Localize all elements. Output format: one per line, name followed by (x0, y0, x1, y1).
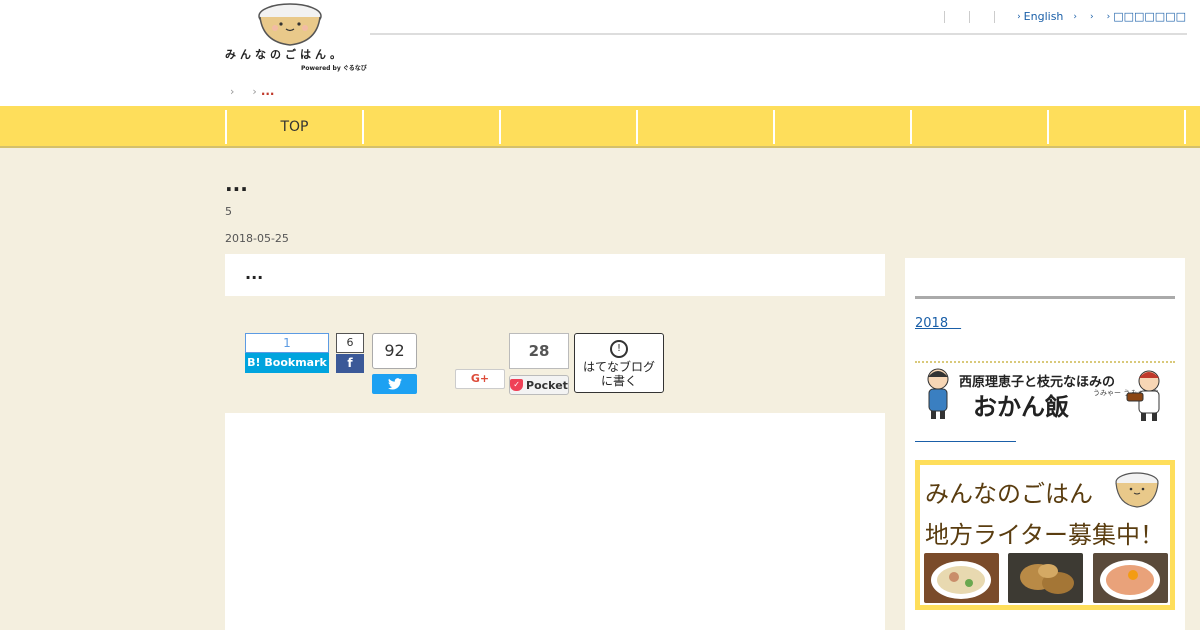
header-link-label: □□□□□□□ (1113, 10, 1186, 23)
character-illustration (1126, 370, 1160, 421)
nav-item[interactable] (362, 110, 499, 144)
site-header: みんなのごはん。 Powered by ぐるなび › English › › ›… (0, 0, 1200, 106)
pocket-count: 28 (509, 333, 569, 369)
logo-powered-by: Powered by ぐるなび (301, 65, 367, 72)
header-link[interactable]: › □□□□□□□ (1107, 10, 1186, 23)
article-date: 2018-05-25 (225, 232, 289, 245)
header-link[interactable]: › (1090, 12, 1097, 22)
hatena-bookmark-count: 1 (245, 333, 329, 353)
sidebar-divider (915, 296, 1175, 299)
chevron-right-icon: › (1017, 11, 1021, 22)
okan-meshi-banner[interactable]: 西原理恵子と枝元なほみの おかん飯 うみゃー うみゃー編 (915, 361, 1175, 425)
nav-item-edge (1184, 110, 1200, 144)
hatena-blog-line2: に書く (600, 374, 637, 388)
article-title: ... (225, 172, 248, 196)
header-separator (969, 10, 971, 23)
header-link[interactable]: › (1073, 12, 1080, 22)
rice-bowl-photo (1093, 553, 1168, 603)
logo-text: みんなのごはん。 (225, 48, 345, 61)
chevron-right-icon: › (1106, 11, 1111, 22)
chevron-right-icon: › (230, 84, 235, 98)
header-divider (370, 33, 1187, 35)
fried-food-photo (1008, 553, 1083, 603)
character-illustration (927, 368, 949, 419)
pocket-button[interactable]: 28 ✓ Pocket (509, 333, 569, 395)
pocket-label-wrap: ✓ Pocket (509, 375, 569, 395)
ramen-photo (924, 553, 999, 603)
header-links: › English › › › □□□□□□□ (932, 10, 1186, 23)
rice-bowl-icon (1115, 472, 1159, 508)
pocket-label: Pocket (526, 378, 568, 392)
nav-item[interactable] (773, 110, 910, 144)
nav-item[interactable] (499, 110, 636, 144)
chevron-right-icon: › (1073, 11, 1078, 22)
article-body (225, 413, 885, 630)
nav-item[interactable] (636, 110, 773, 144)
twitter-share-button[interactable]: 92 (372, 333, 417, 395)
nav-item-top[interactable]: TOP (225, 110, 362, 144)
hatena-bookmark-label: B! Bookmark (245, 353, 329, 373)
header-link-english[interactable]: › English (1017, 10, 1063, 23)
writer-recruit-banner[interactable]: みんなのごはん 地方ライター募集中！ (915, 460, 1175, 610)
hatena-blog-line1: はてなブログ (582, 360, 655, 374)
header-separator (994, 10, 996, 23)
nav-item[interactable] (910, 110, 1047, 144)
facebook-share-button[interactable]: 6 f (336, 333, 364, 373)
banner1-headline: おかん飯 (973, 393, 1069, 421)
facebook-icon: f (336, 354, 364, 373)
pocket-icon: ✓ (510, 379, 524, 391)
article-lead-box: ... (225, 254, 885, 296)
breadcrumb-current: ... (260, 84, 275, 98)
article-count: 5 (225, 205, 232, 218)
chevron-right-icon: › (1090, 11, 1094, 22)
breadcrumb: › › ... (230, 84, 275, 98)
hatena-bookmark-button[interactable]: 1 B! Bookmark (245, 333, 329, 373)
nav-item[interactable] (1047, 110, 1184, 144)
header-separator (944, 10, 946, 23)
sidebar-archive-link[interactable]: 2018 (915, 312, 961, 331)
twitter-share-count: 92 (372, 333, 417, 369)
sidebar-link-underline[interactable] (915, 441, 1016, 442)
hatena-blog-button[interactable]: ! はてなブログ に書く (574, 333, 664, 393)
rice-bowl-icon (258, 3, 322, 46)
banner2-line1: みんなのごはん (925, 480, 1093, 508)
google-plus-button[interactable]: G+ (455, 369, 505, 389)
sidebar: 2018 西原理恵子と枝元なほみの おかん飯 うみゃー うみゃー編 みんなのごは… (905, 258, 1185, 630)
site-logo[interactable]: みんなのごはん。 Powered by ぐるなび (225, 2, 372, 74)
twitter-icon (372, 374, 417, 394)
facebook-share-count: 6 (336, 333, 364, 353)
header-link-label: English (1023, 10, 1064, 23)
article-lead: ... (245, 264, 264, 283)
chevron-right-icon: › (252, 84, 257, 98)
hatena-blog-icon: ! (610, 340, 628, 358)
global-nav: TOP (0, 106, 1200, 148)
banner2-line2: 地方ライター募集中！ (925, 521, 1165, 549)
